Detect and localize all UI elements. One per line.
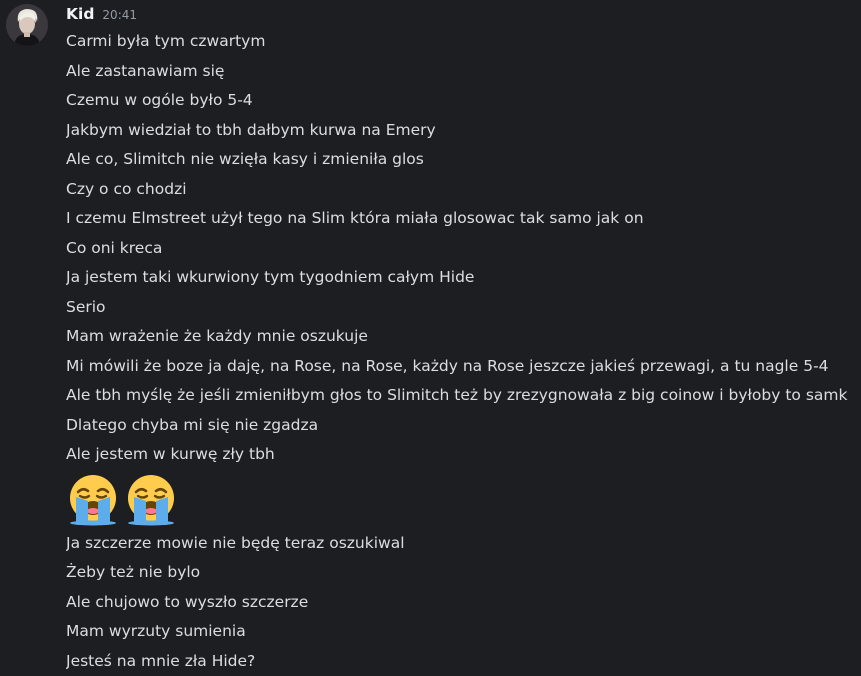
- message-text: Jakbym wiedział to tbh dałbym kurwa na E…: [66, 120, 436, 139]
- message-text: Mam wrażenie że każdy mnie oszukuje: [66, 327, 368, 345]
- message-text: Ja jestem taki wkurwiony tym tygodniem c…: [66, 268, 475, 286]
- message-text: Mam wyrzuty sumienia: [66, 622, 246, 640]
- message-text: Ale chujowo to wyszło szczerze: [66, 592, 309, 611]
- avatar-image: [6, 4, 48, 46]
- message-text: Jesteś na mnie zła Hide?: [66, 651, 256, 670]
- message-text: I czemu Elmstreet użył tego na Slim któr…: [66, 209, 644, 227]
- message-text: Carmi była tym czwartym: [66, 32, 266, 50]
- message-text: Ale tbh myślę że jeśli zmieniłbym głos t…: [66, 386, 848, 404]
- username[interactable]: Kid: [66, 5, 94, 23]
- message-text: Mi mówili że boze ja daję, na Rose, na R…: [66, 356, 829, 375]
- loudly-crying-face-icon[interactable]: [66, 472, 120, 526]
- message-text: Co oni kreca: [66, 238, 163, 257]
- message-text: Czemu w ogóle było 5-4: [66, 91, 253, 109]
- message-text: Czy o co chodzi: [66, 179, 187, 198]
- message-text: Ale zastanawiam się: [66, 61, 225, 80]
- message-text: Żeby też nie bylo: [66, 563, 201, 581]
- message-text: Serio: [66, 297, 106, 316]
- emoji-message: [66, 470, 856, 529]
- loudly-crying-face-icon[interactable]: [124, 472, 178, 526]
- message-list: Carmi była tym czwartym Ale zastanawiam …: [66, 27, 856, 676]
- message-header: Kid 20:41: [66, 5, 137, 27]
- avatar[interactable]: [6, 4, 48, 46]
- timestamp: 20:41: [102, 8, 138, 22]
- message-text: Ale jestem w kurwę zły tbh: [66, 445, 275, 463]
- message-text: Dlatego chyba mi się nie zgadza: [66, 415, 319, 434]
- message-group: Kid 20:41 Carmi była tym czwartym Ale za…: [0, 0, 861, 676]
- message-text: Ale co, Slimitch nie wzięła kasy i zmien…: [66, 150, 424, 168]
- message-text: Ja szczerze mowie nie będę teraz oszukiw…: [66, 533, 405, 552]
